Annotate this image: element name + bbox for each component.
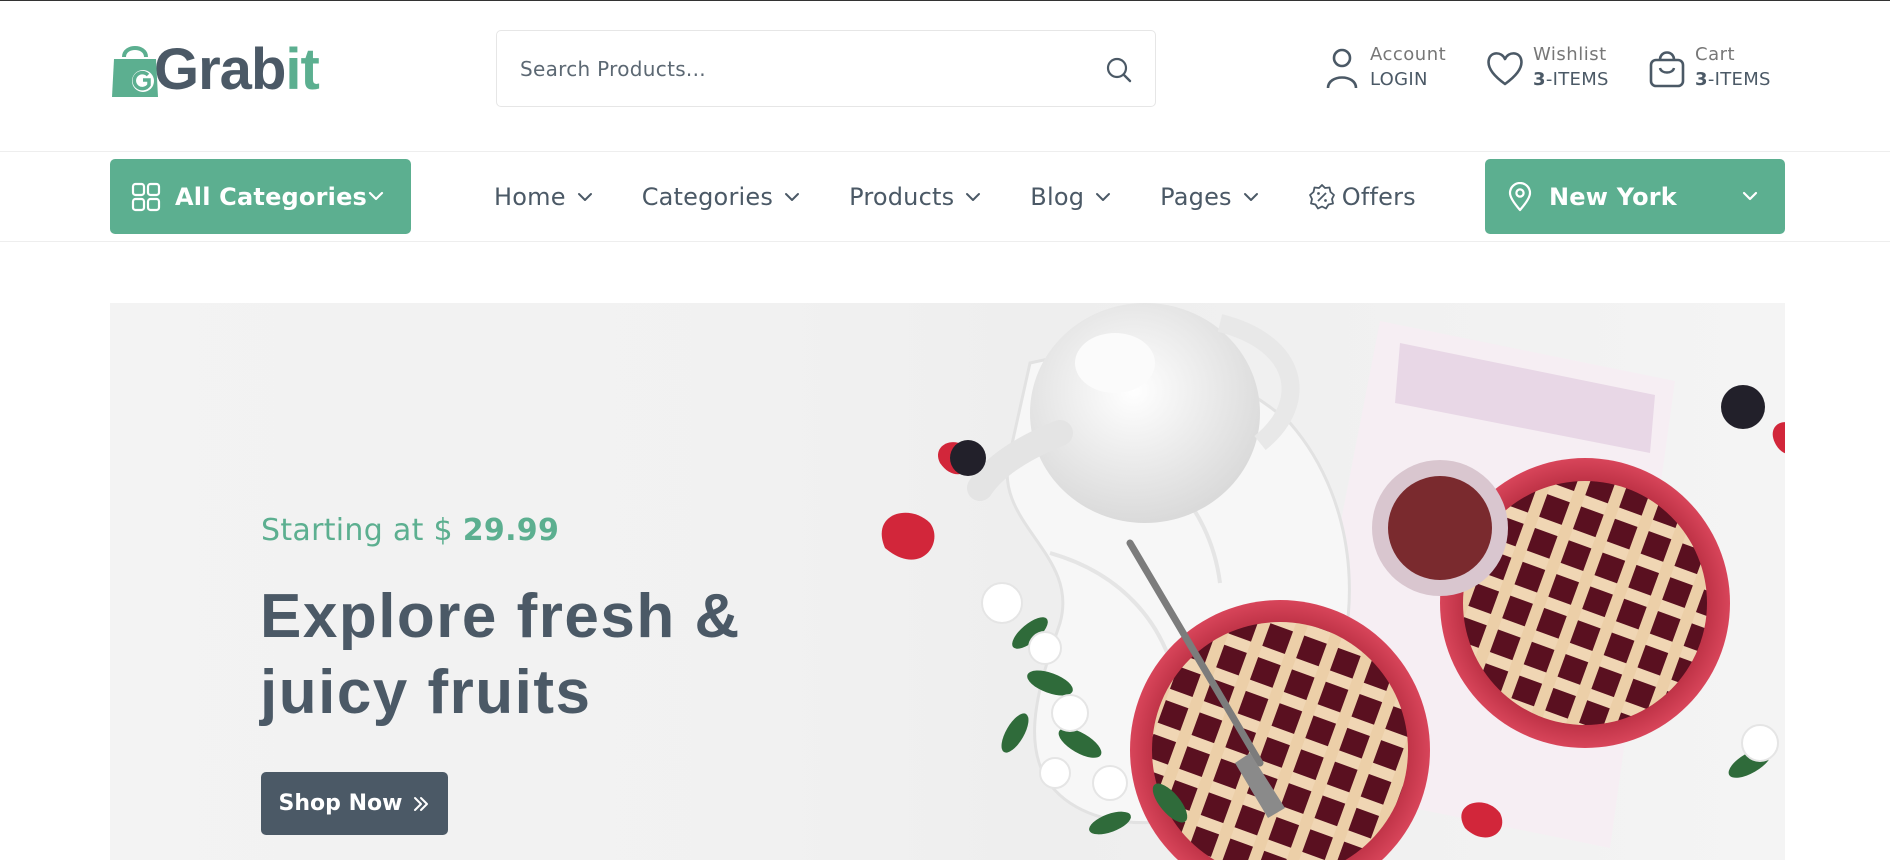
nav-pages-label: Pages [1160,183,1232,211]
wishlist-count-suffix: -ITEMS [1545,69,1609,90]
hero-subtitle-prefix: Starting at $ [261,513,463,548]
user-icon [1326,48,1358,89]
main-navbar: All Categories Home Categories Products … [0,152,1890,242]
chevron-down-icon [1742,191,1758,201]
nav-categories[interactable]: Categories [642,183,801,211]
wishlist-label: Wishlist [1533,44,1607,65]
nav-blog-label: Blog [1030,183,1085,211]
all-categories-label: All Categories [175,182,368,211]
nav-offers[interactable]: Offers [1308,183,1416,211]
cart-link[interactable]: Cart 3-ITEMS [1647,43,1771,93]
chevron-down-icon [966,193,981,201]
cart-count-suffix: -ITEMS [1707,69,1771,90]
location-label: New York [1549,182,1677,211]
nav-pages[interactable]: Pages [1160,183,1260,211]
search-icon[interactable] [1105,56,1133,84]
search-input[interactable] [497,31,1057,106]
map-pin-icon [1508,181,1532,211]
brand-name-part1: Grab [154,37,286,102]
account-label: Account [1370,44,1447,65]
nav-home[interactable]: Home [494,183,594,211]
hero-banner: Starting at $ 29.99 Explore fresh & juic… [110,303,1785,860]
double-chevron-right-icon [414,796,429,811]
brand-logo[interactable]: Grabit [110,37,320,99]
account-link[interactable]: Account LOGIN [1322,43,1446,93]
brand-name-part2: it [285,37,319,102]
shop-now-button[interactable]: Shop Now [261,772,448,835]
hero-subtitle: Starting at $ 29.99 [261,513,559,548]
heart-icon [1487,52,1523,86]
cart-count-number: 3 [1695,69,1708,90]
chevron-down-icon [368,191,384,201]
shopping-bag-icon [1649,51,1685,88]
account-login: LOGIN [1370,69,1428,90]
chevron-down-icon [1243,193,1258,201]
nav-home-label: Home [494,183,566,211]
chevron-down-icon [1096,193,1111,201]
grid-icon [131,182,161,211]
nav-menu: Home Categories Products Blog Pages Offe… [494,152,1464,242]
wishlist-count-number: 3 [1533,69,1546,90]
chevron-down-icon [577,193,592,201]
discount-badge-icon [1308,184,1335,210]
nav-offers-label: Offers [1341,183,1416,211]
nav-products[interactable]: Products [849,183,982,211]
shop-now-label: Shop Now [278,791,403,816]
all-categories-button[interactable]: All Categories [110,159,411,234]
chevron-down-icon [785,193,800,201]
wishlist-link[interactable]: Wishlist 3-ITEMS [1485,43,1609,93]
hero-title: Explore fresh & juicy fruits [260,582,741,727]
nav-products-label: Products [849,183,955,211]
nav-categories-label: Categories [641,183,774,211]
wishlist-count: 3-ITEMS [1533,67,1609,93]
hero-price: 29.99 [462,513,560,548]
site-header: Grabit Account LOGIN Wishlist 3-ITEMS [0,1,1890,151]
search-box [496,30,1156,107]
location-selector[interactable]: New York [1485,159,1785,234]
cart-label: Cart [1695,44,1736,65]
nav-blog[interactable]: Blog [1030,183,1112,211]
brand-name: Grabit [154,41,320,99]
shopping-bag-logo-icon [112,46,158,97]
cart-count: 3-ITEMS [1695,67,1771,93]
